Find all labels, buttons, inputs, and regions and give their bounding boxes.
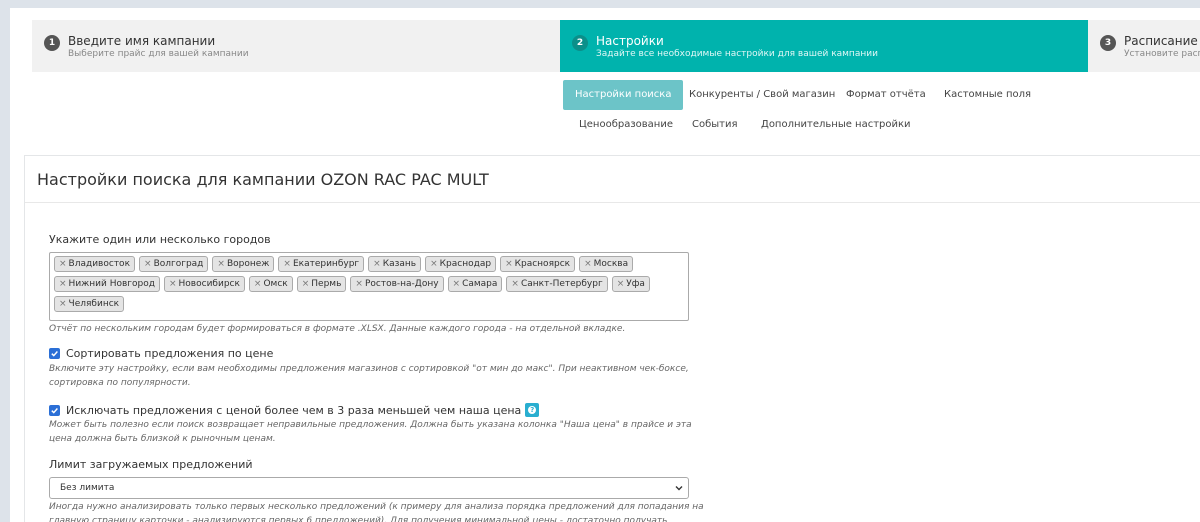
exclude-cheap-option[interactable]: Исключать предложения с ценой более чем …: [49, 403, 540, 417]
chip-remove-icon[interactable]: ×: [584, 259, 592, 269]
wizard-steps: 1 Введите имя кампании Выберите прайс дл…: [32, 20, 1200, 72]
wizard-step-1[interactable]: 1 Введите имя кампании Выберите прайс дл…: [32, 20, 560, 72]
city-chip-label: Нижний Новгород: [68, 279, 155, 289]
step-number: 2: [572, 35, 588, 51]
exclude-hint-line-1: Может быть полезно если поиск возвращает…: [49, 420, 692, 430]
chip-remove-icon[interactable]: ×: [59, 279, 67, 289]
chip-remove-icon[interactable]: ×: [453, 279, 461, 289]
limit-hint-line-1: Иногда нужно анализировать только первых…: [49, 502, 704, 512]
app-frame: 1 Введите имя кампании Выберите прайс дл…: [10, 8, 1200, 522]
city-chip: × Пермь: [296, 276, 347, 292]
limit-selected-value: Без лимита: [60, 483, 115, 493]
tab-report-format[interactable]: Формат отчёта: [834, 80, 938, 110]
city-chip: × Екатеринбург: [278, 256, 365, 272]
wizard-step-3[interactable]: 3 Расписание Установите распис: [1088, 20, 1200, 72]
city-chip-label: Уфа: [626, 279, 645, 289]
chip-remove-icon[interactable]: ×: [283, 259, 291, 269]
divider: [25, 202, 1200, 203]
panel-title: Настройки поиска для кампании OZON RAC P…: [37, 170, 489, 189]
search-settings-panel: Настройки поиска для кампании OZON RAC P…: [24, 155, 1200, 522]
step-title: Расписание: [1124, 34, 1198, 48]
city-chip-label: Омск: [263, 279, 288, 289]
step-subtitle: Установите распис: [1124, 49, 1200, 59]
city-chip: × Новосибирск: [163, 276, 245, 292]
city-chip-label: Пермь: [311, 279, 342, 289]
tab-search-settings[interactable]: Настройки поиска: [563, 80, 684, 110]
chip-remove-icon[interactable]: ×: [511, 279, 519, 289]
city-chip-label: Волгоград: [153, 259, 204, 269]
tab-competitors[interactable]: Конкуренты / Свой магазин: [677, 80, 847, 110]
city-chip: × Самара: [447, 276, 503, 292]
city-chip-label: Ростов-на-Дону: [364, 279, 439, 289]
chip-remove-icon[interactable]: ×: [505, 259, 513, 269]
step-subtitle: Выберите прайс для вашей кампании: [68, 49, 249, 59]
sort-by-price-label: Сортировать предложения по цене: [66, 347, 274, 360]
sort-hint-line-1: Включите эту настройку, если вам необход…: [49, 364, 689, 374]
chip-remove-icon[interactable]: ×: [59, 299, 67, 309]
tab-custom-fields[interactable]: Кастомные поля: [932, 80, 1043, 110]
chevron-down-icon: [675, 486, 683, 491]
step-number: 1: [44, 35, 60, 51]
exclude-hint-line-2: цена должна быть близкой к рыночным цена…: [49, 434, 276, 444]
tab-events[interactable]: События: [680, 110, 750, 140]
city-chip: × Красноярск: [500, 256, 576, 272]
city-chip: × Челябинск: [54, 296, 125, 312]
chip-remove-icon[interactable]: ×: [373, 259, 381, 269]
city-chip: × Владивосток: [54, 256, 136, 272]
cities-multiselect[interactable]: × Владивосток × Волгоград × Воронеж × Екатеринб…: [49, 252, 689, 321]
checkmark-icon: [51, 407, 58, 414]
step-title: Настройки: [596, 34, 664, 48]
city-chip-label: Краснодар: [439, 259, 492, 269]
city-chip: × Нижний Новгород: [54, 276, 160, 292]
chip-remove-icon[interactable]: ×: [144, 259, 152, 269]
exclude-cheap-label: Исключать предложения с ценой более чем …: [66, 403, 522, 417]
chip-remove-icon[interactable]: ×: [430, 259, 438, 269]
chip-remove-icon[interactable]: ×: [59, 259, 67, 269]
city-chip-label: Казань: [382, 259, 417, 269]
limit-hint-line-2: главную страницу карточки - анализируютс…: [49, 516, 668, 522]
chip-remove-icon[interactable]: ×: [617, 279, 625, 289]
city-chips: × Владивосток × Волгоград × Воронеж × Екатеринб…: [54, 256, 684, 312]
city-chip: × Волгоград: [139, 256, 209, 272]
limit-select[interactable]: Без лимита: [49, 477, 689, 499]
city-chip: × Санкт-Петербург: [506, 276, 608, 292]
tab-pricing[interactable]: Ценообразование: [567, 110, 685, 140]
step-number: 3: [1100, 35, 1116, 51]
city-chip: × Омск: [248, 276, 293, 292]
city-chip-label: Самара: [462, 279, 498, 289]
chip-remove-icon[interactable]: ×: [217, 259, 225, 269]
city-chip: × Москва: [579, 256, 634, 272]
help-icon[interactable]: ?: [525, 403, 540, 417]
city-chip-label: Челябинск: [68, 299, 120, 309]
exclude-cheap-checkbox[interactable]: [49, 404, 60, 416]
city-chip-label: Владивосток: [68, 259, 131, 269]
step-subtitle: Задайте все необходимые настройки для ва…: [596, 49, 878, 59]
city-chip-label: Красноярск: [514, 259, 571, 269]
city-chip-label: Воронеж: [226, 259, 270, 269]
chip-remove-icon[interactable]: ×: [169, 279, 177, 289]
sort-by-price-option[interactable]: Сортировать предложения по цене: [49, 347, 273, 360]
step-title: Введите имя кампании: [68, 34, 216, 48]
chip-remove-icon[interactable]: ×: [254, 279, 262, 289]
city-chip: × Ростов-на-Дону: [350, 276, 444, 292]
cities-label: Укажите один или несколько городов: [49, 233, 271, 246]
tab-extra-settings[interactable]: Дополнительные настройки: [749, 110, 923, 140]
sort-hint-line-2: сортировка по популярности.: [49, 378, 191, 388]
help-badge-glyph: ?: [528, 406, 537, 414]
city-chip: × Воронеж: [212, 256, 275, 272]
city-chip: × Уфа: [611, 276, 650, 292]
wizard-step-2-active[interactable]: 2 Настройки Задайте все необходимые наст…: [560, 20, 1088, 72]
city-chip-label: Москва: [593, 259, 629, 269]
city-chip-label: Санкт-Петербург: [520, 279, 603, 289]
city-chip: × Краснодар: [425, 256, 497, 272]
cities-hint: Отчёт по нескольким городам будет формир…: [49, 324, 626, 334]
sort-by-price-checkbox[interactable]: [49, 348, 60, 359]
limit-label: Лимит загружаемых предложений: [49, 458, 253, 471]
chip-remove-icon[interactable]: ×: [355, 279, 363, 289]
checkmark-icon: [51, 351, 58, 357]
chip-remove-icon[interactable]: ×: [302, 279, 310, 289]
city-chip-label: Екатеринбург: [292, 259, 360, 269]
city-chip-label: Новосибирск: [178, 279, 240, 289]
city-chip: × Казань: [368, 256, 422, 272]
